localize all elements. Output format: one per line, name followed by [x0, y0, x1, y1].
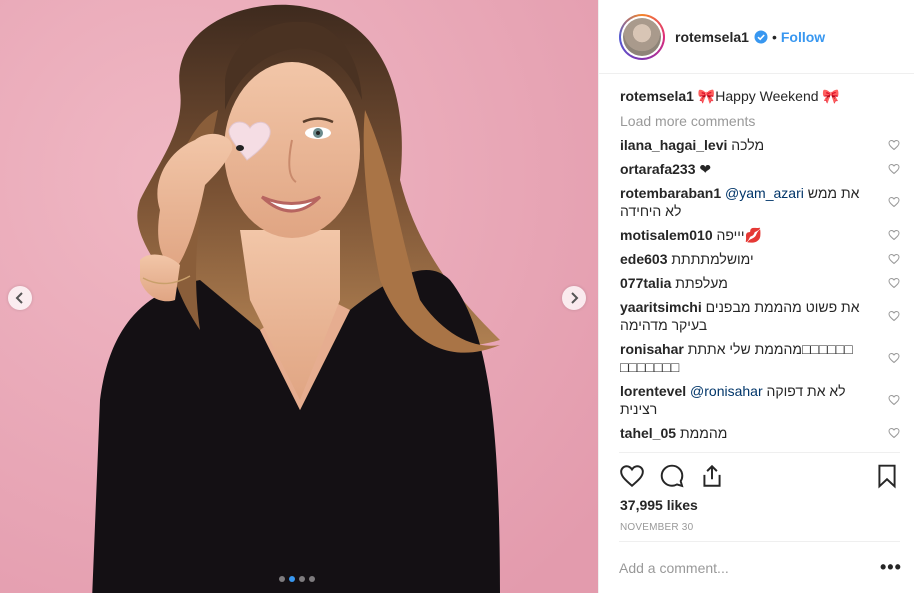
comment-body: yaaritsimchi את פשוט מהממת מבפנים בעיקר מ…: [620, 298, 878, 334]
post-header: rotemsela1 • Follow: [599, 0, 914, 74]
comment-item: rotembaraban1 @yam_azari את ממש לא היחידה: [620, 184, 900, 220]
heart-icon[interactable]: [888, 163, 900, 175]
comment-text-continued: בעיקר מדהימה: [620, 317, 708, 333]
verified-icon: [754, 30, 768, 43]
post-sidebar: rotemsela1 • Follow rotemsela1 🎀Happy We…: [598, 0, 914, 593]
heart-icon[interactable]: [888, 352, 900, 364]
comment-username[interactable]: ilana_hagai_levi: [620, 137, 727, 153]
comment-username[interactable]: ede603: [620, 251, 667, 267]
chevron-right-icon: [571, 292, 579, 304]
more-options-button[interactable]: •••: [880, 557, 901, 578]
comment-username[interactable]: motisalem010: [620, 227, 713, 243]
chevron-left-icon: [15, 292, 23, 304]
avatar-border: [621, 15, 663, 58]
load-more-comments-link[interactable]: Load more comments: [620, 112, 900, 130]
comment-item: ilana_hagai_levi מלכה: [620, 136, 900, 154]
heart-icon[interactable]: [888, 229, 900, 241]
heart-icon[interactable]: [888, 310, 900, 322]
comment-username[interactable]: tahel_05: [620, 425, 676, 441]
comment-item: lorentevel @ronisahar לא את דפוקה רצינית: [620, 382, 900, 418]
bookmark-icon[interactable]: [874, 463, 900, 489]
heart-icon[interactable]: [888, 277, 900, 289]
post-photo: [0, 0, 598, 593]
comment-username[interactable]: rotembaraban1: [620, 185, 721, 201]
comment-item: motisalem010 יייפה💋: [620, 226, 900, 244]
comment-text: מהממת: [679, 425, 728, 441]
carousel-dot: [309, 576, 315, 582]
comment-item: ortarafa233 ❤: [620, 160, 900, 178]
comment-text-continued: □□□□□□□: [620, 359, 680, 375]
comment-username[interactable]: ronisahar: [620, 341, 684, 357]
comment-username[interactable]: 077talia: [620, 275, 671, 291]
carousel-dot: [299, 576, 305, 582]
comment-item: 077talia מעלפתת: [620, 274, 900, 292]
avatar[interactable]: [619, 13, 665, 60]
comment-text: ימושלמתתתת: [671, 251, 754, 267]
heart-icon[interactable]: [888, 427, 900, 439]
comment-body: ortarafa233 ❤: [620, 160, 878, 178]
comment-text-continued: לא היחידה: [620, 203, 682, 219]
caption-username[interactable]: rotemsela1: [620, 88, 694, 104]
comment-body: rotembaraban1 @yam_azari את ממש לא היחידה: [620, 184, 878, 220]
avatar-image: [623, 17, 661, 56]
add-comment-bar: •••: [619, 541, 901, 593]
carousel-dot: [279, 576, 285, 582]
comment-body: 077talia מעלפתת: [620, 274, 878, 292]
post-media[interactable]: [0, 0, 598, 593]
username-link[interactable]: rotemsela1: [675, 29, 749, 45]
separator-dot: •: [771, 28, 777, 45]
comment-button-icon[interactable]: [659, 463, 685, 489]
comment-body: tahel_05 מהממת: [620, 424, 878, 442]
comment-text: מלכה: [731, 137, 765, 153]
comment-username[interactable]: ortarafa233: [620, 161, 696, 177]
follow-button[interactable]: Follow: [781, 29, 825, 45]
comment-username[interactable]: lorentevel: [620, 383, 686, 399]
comment-text: מעלפתת: [675, 275, 728, 291]
comment-item: tahel_05 מהממת: [620, 424, 900, 442]
post-date: NOVEMBER 30: [620, 522, 694, 533]
comment-body: ronisahar מהממת שלי אתתת□□□□□□ □□□□□□□: [620, 340, 878, 376]
comment-item: ronisahar מהממת שלי אתתת□□□□□□ □□□□□□□: [620, 340, 900, 376]
comments-list: rotemsela1 🎀Happy Weekend 🎀 Load more co…: [620, 86, 900, 448]
comment-text-continued: רצינית: [620, 401, 658, 417]
comment-body: lorentevel @ronisahar לא את דפוקה רצינית: [620, 382, 878, 418]
heart-icon[interactable]: [888, 394, 900, 406]
comment-text: את פשוט מהממת מבפנים: [705, 299, 860, 315]
comment-body: ilana_hagai_levi מלכה: [620, 136, 878, 154]
heart-icon[interactable]: [888, 196, 900, 208]
instagram-post: rotemsela1 • Follow rotemsela1 🎀Happy We…: [0, 0, 914, 593]
like-button-heart-icon[interactable]: [619, 463, 645, 489]
previous-photo-button[interactable]: [8, 286, 32, 310]
add-comment-input[interactable]: [619, 559, 880, 576]
comment-mention[interactable]: @ronisahar: [690, 383, 763, 399]
caption-text: 🎀Happy Weekend 🎀: [697, 88, 840, 104]
comment-text: יייפה💋: [716, 227, 762, 243]
comment-mention[interactable]: @yam_azari: [725, 185, 804, 201]
post-actions: [619, 452, 900, 492]
post-caption: rotemsela1 🎀Happy Weekend 🎀: [620, 86, 900, 106]
carousel-dot-active: [289, 576, 295, 582]
comment-item: yaaritsimchi את פשוט מהממת מבפנים בעיקר מ…: [620, 298, 900, 334]
comment-text: מהממת שלי אתתת□□□□□□: [687, 341, 853, 357]
comment-text: את ממש: [807, 185, 860, 201]
comment-body: motisalem010 יייפה💋: [620, 226, 878, 244]
comment-text: לא את דפוקה: [766, 383, 846, 399]
likes-count[interactable]: 37,995 likes: [620, 497, 698, 513]
heart-icon[interactable]: [888, 139, 900, 151]
carousel-indicator: [279, 576, 315, 582]
comment-username[interactable]: yaaritsimchi: [620, 299, 702, 315]
share-icon[interactable]: [699, 463, 725, 489]
comment-item: ede603 ימושלמתתתת: [620, 250, 900, 268]
comment-text: ❤: [699, 161, 712, 177]
next-photo-button[interactable]: [562, 286, 586, 310]
comment-body: ede603 ימושלמתתתת: [620, 250, 878, 268]
heart-icon[interactable]: [888, 253, 900, 265]
